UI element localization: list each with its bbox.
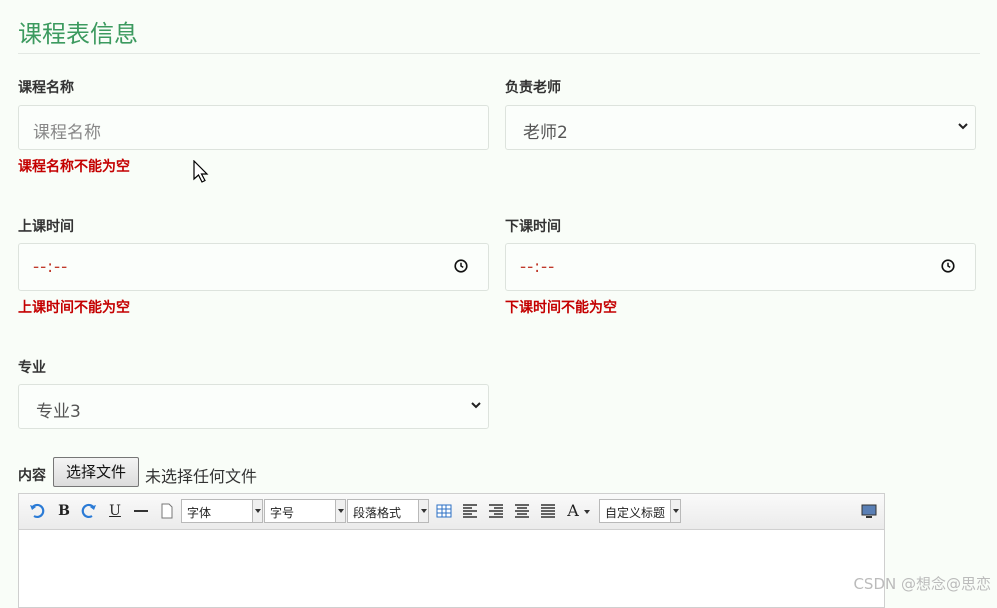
clock-icon[interactable] <box>454 259 468 273</box>
end-time-input[interactable]: --:-- <box>505 243 976 291</box>
start-time-label: 上课时间 <box>18 219 74 235</box>
content-label: 内容 <box>18 468 46 484</box>
table-icon[interactable] <box>435 502 453 520</box>
font-color-button[interactable]: A <box>564 502 582 520</box>
font-size-value: 字号 <box>270 506 295 520</box>
align-left-icon[interactable] <box>461 502 479 520</box>
redo-icon[interactable] <box>80 502 98 520</box>
dropdown-arrow-icon <box>670 500 680 522</box>
watermark: CSDN @想念@思恋 <box>853 575 991 593</box>
teacher-label: 负责老师 <box>505 80 561 96</box>
page-title: 课程表信息 <box>18 20 138 48</box>
paragraph-format-value: 段落格式 <box>353 506 402 520</box>
end-time-value: --:-- <box>520 257 556 277</box>
chevron-down-icon <box>471 402 481 409</box>
end-time-label: 下课时间 <box>505 219 561 235</box>
editor-toolbar: B U 字体 字号 段落格式 A 自定义标题 <box>19 494 884 530</box>
start-time-value: --:-- <box>33 257 69 277</box>
dropdown-arrow-icon <box>252 500 262 522</box>
choose-file-button[interactable]: 选择文件 <box>53 457 139 487</box>
custom-title-select[interactable]: 自定义标题 <box>599 499 681 523</box>
course-name-error: 课程名称不能为空 <box>18 159 130 175</box>
title-divider <box>18 53 980 54</box>
dropdown-arrow-icon <box>335 500 345 522</box>
bold-button[interactable]: B <box>55 502 73 520</box>
font-size-select[interactable]: 字号 <box>264 499 346 523</box>
major-select[interactable]: 专业3 <box>18 384 489 429</box>
align-center-icon[interactable] <box>513 502 531 520</box>
rich-text-editor[interactable]: B U 字体 字号 段落格式 A 自定义标题 <box>18 493 885 608</box>
course-name-placeholder: 课程名称 <box>33 123 101 143</box>
teacher-selected-value: 老师2 <box>523 123 568 143</box>
align-right-icon[interactable] <box>487 502 505 520</box>
start-time-error: 上课时间不能为空 <box>18 300 130 316</box>
undo-icon[interactable] <box>28 502 46 520</box>
major-label: 专业 <box>18 360 46 376</box>
fullscreen-icon[interactable] <box>860 502 878 520</box>
course-name-input[interactable]: 课程名称 <box>18 105 489 150</box>
dropdown-arrow-icon <box>418 500 428 522</box>
major-selected-value: 专业3 <box>36 402 81 422</box>
start-time-input[interactable]: --:-- <box>18 243 489 291</box>
font-family-value: 字体 <box>187 506 212 520</box>
teacher-select[interactable]: 老师2 <box>505 105 976 150</box>
mouse-cursor-icon <box>193 160 209 183</box>
horizontal-rule-icon[interactable] <box>132 502 150 520</box>
document-icon[interactable] <box>158 502 176 520</box>
end-time-error: 下课时间不能为空 <box>505 300 617 316</box>
clock-icon[interactable] <box>941 259 955 273</box>
align-justify-icon[interactable] <box>539 502 557 520</box>
file-status: 未选择任何文件 <box>145 467 258 486</box>
dropdown-arrow-icon[interactable] <box>583 502 591 520</box>
chevron-down-icon <box>958 123 968 130</box>
paragraph-format-select[interactable]: 段落格式 <box>347 499 429 523</box>
font-family-select[interactable]: 字体 <box>181 499 263 523</box>
underline-button[interactable]: U <box>106 502 124 520</box>
course-name-label: 课程名称 <box>18 80 74 96</box>
custom-title-value: 自定义标题 <box>605 506 666 520</box>
